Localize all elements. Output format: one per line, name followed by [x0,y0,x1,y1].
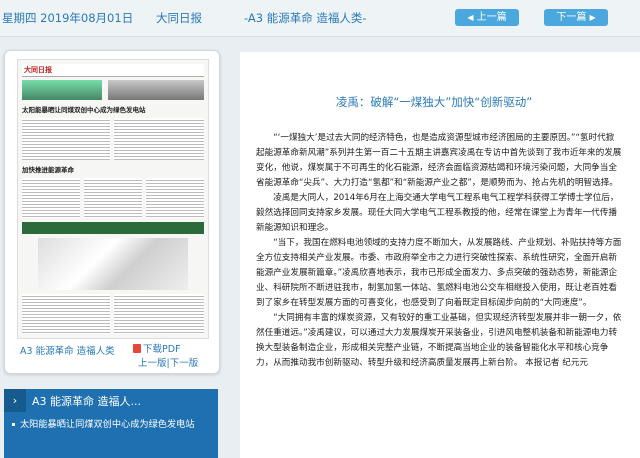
thumbnail-headline: 加快推进能源革命 [22,166,74,174]
thumbnail-text-column [22,294,110,334]
section-nav-header[interactable]: › A3 能源革命 造福人... [4,389,218,412]
thumbnail-text-column [22,118,110,160]
article-paragraph: “当下，我国在燃料电池领域的支持力度不断加大，从发展路线、产业规划、补贴扶持等方… [256,238,622,308]
download-pdf-link[interactable]: 下载PDF [133,341,181,355]
thumbnail-text-column [22,178,80,218]
article-paragraph: “‘一煤独大’是过去大同的经济特色，也是造成资源型城市经济困局的主要原因。”“氢… [256,133,622,188]
prev-article-button[interactable]: ◀ 上一篇 [455,9,519,26]
next-page-link[interactable]: 下一版 [170,358,199,369]
section-article-list: 太阳能暴晒让同煤双创中心成为绿色发电站 [4,412,218,458]
issue-date: 星期四 2019年08月01日 [2,11,134,25]
article-title: 凌禹：破解“一煤独大”加快“创新驱动” [335,95,533,109]
article-paragraph: “大同拥有丰富的煤炭资源，又有较好的重工业基础，但实现经济转型发展并非一朝一夕，… [256,313,622,368]
bullet-icon [12,423,15,426]
thumbnail-banner [22,222,204,234]
thumbnail-photo [108,80,204,100]
next-article-button[interactable]: 下一篇 ▶ [544,9,608,26]
thumbnail-headline: 太阳能暴晒让同煤双创中心成为绿色发电站 [22,106,146,114]
article-panel: 凌禹：破解“一煤独大”加快“创新驱动” “‘一煤独大’是过去大同的经济特色，也是… [240,52,640,458]
page-links: 上一版|下一版 [138,355,198,369]
thumbnail-masthead: 大同日报 [22,64,204,77]
prev-page-link[interactable]: 上一版 [138,358,167,369]
chevron-left-icon: ◀ [467,13,474,22]
thumbnail-text-column [114,118,204,160]
top-bar: 星期四 2019年08月01日 大同日报 -A3 能源革命 造福人类- ◀ 上一… [0,0,640,37]
section-nav-title: A3 能源革命 造福人... [32,395,142,408]
thumbnail-section-label: A3 能源革命 造福人类 [20,346,115,357]
chevron-right-icon: ▶ [589,13,596,22]
section-name: -A3 能源革命 造福人类- [244,11,367,25]
page-thumbnail[interactable]: 大同日报 太阳能暴晒让同煤双创中心成为绿色发电站 加快推进能源革命 [17,59,209,339]
page-thumbnail-panel: 大同日报 太阳能暴晒让同煤双创中心成为绿色发电站 加快推进能源革命 [4,50,220,374]
list-item[interactable]: 太阳能暴晒让同煤双创中心成为绿色发电站 [20,418,210,431]
thumbnail-text-column [84,178,142,218]
thumbnail-illustration [38,238,188,290]
thumbnail-text-column [114,294,204,334]
thumbnail-text-column [146,178,204,218]
pdf-icon [133,344,141,353]
article-body: “‘一煤独大’是过去大同的经济特色，也是造成资源型城市经济困局的主要原因。”“氢… [256,131,622,371]
thumbnail-photo [22,80,102,100]
article-paragraph: 凌禹是大同人，2014年6月在上海交通大学电气工程系电气工程学科获得工学博士学位… [256,193,619,233]
thumbnail-logo: 大同日报 [24,66,52,74]
chevron-right-icon: › [4,389,26,412]
paper-name[interactable]: 大同日报 [156,10,202,26]
